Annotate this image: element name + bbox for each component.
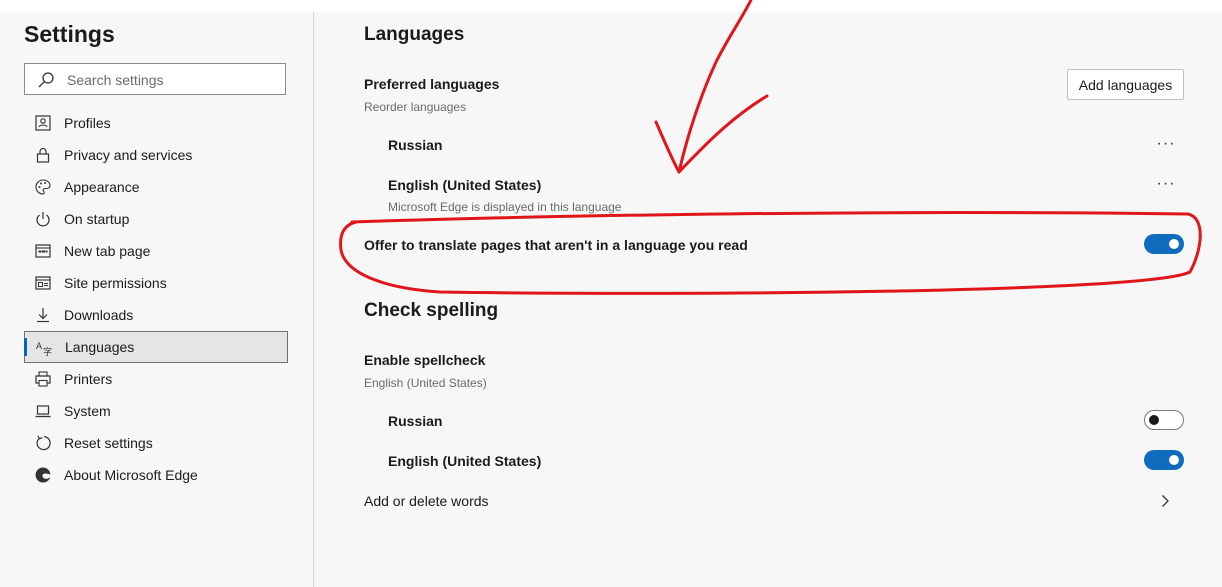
translate-offer-toggle[interactable] — [1144, 234, 1184, 254]
language-name-english: English (United States) — [388, 177, 542, 193]
laptop-icon — [35, 405, 51, 418]
sidebar-item-label: On startup — [64, 211, 130, 227]
sidebar-item-label: Printers — [64, 371, 113, 387]
settings-window: Settings Profiles — [0, 12, 1222, 587]
sidebar-item-label: Privacy and services — [64, 147, 193, 163]
sidebar-item-languages[interactable]: A 字 Languages — [24, 331, 288, 363]
spellcheck-language-russian: Russian — [388, 413, 443, 429]
search-input[interactable] — [65, 68, 279, 92]
svg-text:A: A — [36, 341, 42, 351]
toggle-knob — [1149, 415, 1159, 425]
add-languages-button[interactable]: Add languages — [1067, 69, 1184, 100]
more-actions-russian-icon[interactable]: ··· — [1154, 136, 1178, 152]
svg-text:字: 字 — [43, 346, 52, 357]
sidebar-item-system[interactable]: System — [24, 395, 288, 427]
lock-icon — [36, 147, 50, 163]
page-title: Settings — [24, 21, 115, 47]
sidebar-item-privacy[interactable]: Privacy and services — [24, 139, 288, 171]
reset-icon — [36, 435, 51, 451]
sidebar-item-new-tab-page[interactable]: New tab page — [24, 235, 288, 267]
sidebar-item-label: Profiles — [64, 115, 111, 131]
add-delete-words-link[interactable]: Add or delete words — [364, 493, 489, 509]
section-title-check-spelling: Check spelling — [364, 300, 499, 321]
more-actions-english-icon[interactable]: ··· — [1154, 176, 1178, 192]
sidebar-item-printers[interactable]: Printers — [24, 363, 288, 395]
languages-icon: A 字 — [36, 341, 52, 357]
enable-spellcheck-subtitle: English (United States) — [364, 376, 487, 390]
main-content: Languages Preferred languages Reorder la… — [314, 12, 1222, 587]
sidebar-item-label: About Microsoft Edge — [64, 467, 198, 483]
preferred-languages-title: Preferred languages — [364, 76, 500, 92]
sidebar-item-about-microsoft-edge[interactable]: About Microsoft Edge — [24, 459, 288, 491]
sidebar-item-reset-settings[interactable]: Reset settings — [24, 427, 288, 459]
sidebar-item-site-permissions[interactable]: Site permissions — [24, 267, 288, 299]
site-permissions-icon — [35, 276, 51, 290]
translate-offer-label: Offer to translate pages that aren't in … — [364, 237, 748, 253]
printer-icon — [35, 371, 51, 387]
toggle-knob — [1169, 455, 1179, 465]
sidebar-nav: Profiles Privacy and services Appearance — [24, 107, 288, 491]
new-tab-icon — [35, 244, 51, 258]
edge-logo-icon — [35, 467, 51, 483]
sidebar-item-label: Languages — [65, 339, 135, 355]
download-icon — [37, 308, 49, 323]
toggle-knob — [1169, 239, 1179, 249]
sidebar-item-label: Appearance — [64, 179, 140, 195]
spellcheck-english-toggle[interactable] — [1144, 450, 1184, 470]
power-icon — [36, 212, 50, 227]
palette-icon — [35, 179, 51, 195]
sidebar: Settings Profiles — [0, 12, 314, 587]
search-box[interactable] — [24, 63, 286, 95]
sidebar-item-label: New tab page — [64, 243, 151, 259]
sidebar-item-on-startup[interactable]: On startup — [24, 203, 288, 235]
sidebar-item-profiles[interactable]: Profiles — [24, 107, 288, 139]
chevron-right-icon[interactable] — [1157, 493, 1173, 509]
sidebar-item-label: Site permissions — [64, 275, 167, 291]
sidebar-item-label: Downloads — [64, 307, 134, 323]
spellcheck-russian-toggle[interactable] — [1144, 410, 1184, 430]
language-name-russian: Russian — [388, 137, 443, 153]
preferred-languages-subtitle: Reorder languages — [364, 100, 467, 114]
sidebar-item-appearance[interactable]: Appearance — [24, 171, 288, 203]
sidebar-item-label: System — [64, 403, 111, 419]
section-title-languages: Languages — [364, 24, 465, 45]
language-display-note: Microsoft Edge is displayed in this lang… — [388, 200, 622, 214]
sidebar-item-label: Reset settings — [64, 435, 153, 451]
enable-spellcheck-title: Enable spellcheck — [364, 352, 486, 368]
sidebar-item-downloads[interactable]: Downloads — [24, 299, 288, 331]
profile-card-icon — [35, 115, 51, 131]
spellcheck-language-english: English (United States) — [388, 453, 542, 469]
search-icon — [38, 72, 54, 88]
